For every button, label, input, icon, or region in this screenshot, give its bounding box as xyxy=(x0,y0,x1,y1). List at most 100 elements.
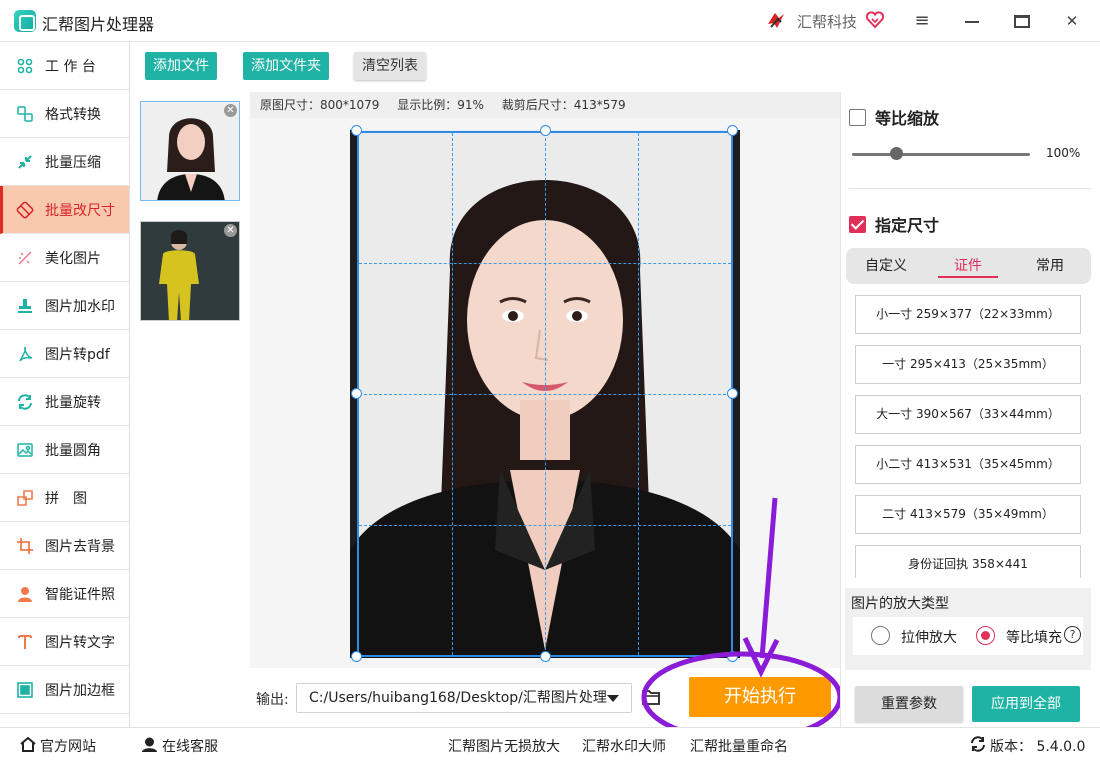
sidebar-item-add-frame[interactable]: 图片加边框 xyxy=(0,666,129,714)
reset-params-button[interactable]: 重置参数 xyxy=(855,686,963,722)
file-list: ✕ ✕ xyxy=(130,92,250,727)
menu-icon[interactable]: ≡ xyxy=(909,8,935,34)
open-folder-icon[interactable] xyxy=(641,688,661,706)
sidebar-item-beautify[interactable]: 美化图片 xyxy=(0,234,129,282)
size-option[interactable]: 二寸 413×579（35×49mm） xyxy=(855,495,1081,534)
tab-custom[interactable]: 自定义 xyxy=(856,248,916,284)
crop-handle-bottom-right[interactable] xyxy=(727,651,738,662)
specify-size-checkbox[interactable] xyxy=(849,215,866,233)
crop-handle-bottom[interactable] xyxy=(540,651,551,662)
size-option[interactable]: 身份证回执 358×441 xyxy=(855,545,1081,578)
rename-link[interactable]: 汇帮批量重命名 xyxy=(690,736,788,756)
sidebar-item-label: 图片加边框 xyxy=(45,682,115,699)
stretch-radio[interactable] xyxy=(871,626,890,645)
sidebar-item-watermark[interactable]: 图片加水印 xyxy=(0,282,129,330)
file-thumbnail[interactable]: ✕ xyxy=(140,101,240,201)
grid-line xyxy=(359,525,731,526)
crop-icon xyxy=(16,537,34,555)
support-icon xyxy=(141,736,158,756)
official-site-link[interactable]: 官方网站 xyxy=(20,736,96,756)
specify-size-option[interactable]: 指定尺寸 xyxy=(849,212,939,236)
refresh-icon xyxy=(970,736,986,756)
watermark-link[interactable]: 汇帮水印大师 xyxy=(582,736,666,756)
image-info-bar: 原图尺寸：800*1079 显示比例：91% 裁剪后尺寸：413*579 xyxy=(250,92,840,118)
sidebar-item-format[interactable]: 格式转换 xyxy=(0,90,129,138)
divider xyxy=(849,188,1091,189)
size-option[interactable]: 一寸 295×413（25×35mm） xyxy=(855,345,1081,384)
sidebar-item-puzzle[interactable]: 拼 图 xyxy=(0,474,129,522)
version-label: 版本： 5.4.0.0 xyxy=(990,739,1086,755)
add-file-button[interactable]: 添加文件 xyxy=(145,52,217,80)
tab-id[interactable]: 证件 xyxy=(938,248,998,284)
sidebar-item-remove-bg[interactable]: 图片去背景 xyxy=(0,522,129,570)
crop-handle-top[interactable] xyxy=(540,125,551,136)
size-option[interactable]: 小二寸 413×531（35×45mm） xyxy=(855,445,1081,484)
help-icon[interactable]: ? xyxy=(1064,626,1081,643)
crop-handle-right[interactable] xyxy=(727,388,738,399)
proportional-scale-checkbox[interactable] xyxy=(849,108,866,126)
zoom-type-title: 图片的放大类型 xyxy=(851,596,949,612)
text-icon xyxy=(16,633,34,651)
crop-handle-bottom-left[interactable] xyxy=(351,651,362,662)
crop-handle-left[interactable] xyxy=(351,388,362,399)
sidebar-item-label: 美化图片 xyxy=(45,250,101,267)
sidebar-item-label: 格式转换 xyxy=(45,106,101,123)
specify-size-label: 指定尺寸 xyxy=(875,216,940,235)
status-bar: 官方网站 在线客服 汇帮图片无损放大 汇帮水印大师 汇帮批量重命名 版本： 5.… xyxy=(0,727,1100,760)
sidebar-item-to-text[interactable]: 图片转文字 xyxy=(0,618,129,666)
proportional-fill-label[interactable]: 等比填充 xyxy=(1006,627,1062,647)
brand-name[interactable]: 汇帮科技 xyxy=(797,11,857,32)
sidebar-item-id-photo[interactable]: 智能证件照 xyxy=(0,570,129,618)
sidebar-item-to-pdf[interactable]: 图片转pdf xyxy=(0,330,129,378)
sidebar-item-compress[interactable]: 批量压缩 xyxy=(0,138,129,186)
official-site-label: 官方网站 xyxy=(40,739,96,755)
cropped-size: 裁剪后尺寸：413*579 xyxy=(501,98,626,112)
tab-common[interactable]: 常用 xyxy=(1020,248,1080,284)
brand-logo-icon xyxy=(768,13,784,28)
app-logo-icon xyxy=(14,10,36,32)
start-button[interactable]: 开始执行 xyxy=(689,677,831,717)
sidebar-item-label: 图片去背景 xyxy=(45,538,115,555)
sidebar-item-label: 图片转pdf xyxy=(45,346,110,363)
scale-slider-track[interactable] xyxy=(852,153,1030,156)
close-icon[interactable]: ✕ xyxy=(1059,8,1085,34)
stretch-label[interactable]: 拉伸放大 xyxy=(901,627,957,647)
crop-handle-top-left[interactable] xyxy=(351,125,362,136)
crop-box[interactable] xyxy=(357,131,733,657)
lossless-link[interactable]: 汇帮图片无损放大 xyxy=(448,736,560,756)
title-bar: 汇帮图片处理器 汇帮科技 ≡ ✕ xyxy=(0,0,1100,42)
maximize-icon[interactable] xyxy=(1009,8,1035,34)
output-path-select[interactable]: C:/Users/huibang168/Desktop/汇帮图片处理 xyxy=(296,683,632,713)
size-option[interactable]: 小一寸 259×377（22×33mm） xyxy=(855,295,1081,334)
scale-slider-handle[interactable] xyxy=(890,147,903,160)
size-tabs: 自定义 证件 常用 xyxy=(846,248,1091,284)
file-thumbnail[interactable]: ✕ xyxy=(140,221,240,321)
proportional-scale-option[interactable]: 等比缩放 xyxy=(849,105,939,129)
sidebar-item-label: 批量圆角 xyxy=(45,442,101,459)
minimize-icon[interactable] xyxy=(959,8,985,34)
portrait-thumbnail-image xyxy=(141,102,239,200)
sidebar-item-round-corner[interactable]: 批量圆角 xyxy=(0,426,129,474)
size-option[interactable]: 大一寸 390×567（33×44mm） xyxy=(855,395,1081,434)
clear-list-button[interactable]: 清空列表 xyxy=(354,52,426,80)
grid-line xyxy=(359,263,731,264)
sidebar-item-workbench[interactable]: 工 作 台 xyxy=(0,42,129,90)
sidebar-item-resize[interactable]: 批量改尺寸 xyxy=(0,186,129,234)
add-folder-button[interactable]: 添加文件夹 xyxy=(243,52,329,80)
sidebar: 工 作 台 格式转换 批量压缩 批量改尺寸 美化图片 图片加水印 图片转pdf … xyxy=(0,42,130,727)
settings-panel: 等比缩放 100% 指定尺寸 自定义 证件 常用 小一寸 259×377（22×… xyxy=(840,92,1100,727)
online-service-link[interactable]: 在线客服 xyxy=(141,736,218,756)
output-label: 输出: xyxy=(256,692,289,708)
remove-file-icon[interactable]: ✕ xyxy=(224,224,237,237)
sidebar-item-label: 批量压缩 xyxy=(45,154,101,171)
id-size-list: 小一寸 259×377（22×33mm） 一寸 295×413（25×35mm）… xyxy=(849,294,1091,578)
version-info[interactable]: 版本： 5.4.0.0 xyxy=(970,736,1085,756)
remove-file-icon[interactable]: ✕ xyxy=(224,104,237,117)
apply-all-button[interactable]: 应用到全部 xyxy=(972,686,1080,722)
crop-handle-top-right[interactable] xyxy=(727,125,738,136)
proportional-fill-radio[interactable] xyxy=(976,626,995,645)
stamp-icon xyxy=(16,297,34,315)
sidebar-item-rotate[interactable]: 批量旋转 xyxy=(0,378,129,426)
app-title: 汇帮图片处理器 xyxy=(42,15,155,34)
heart-icon[interactable] xyxy=(865,10,885,30)
